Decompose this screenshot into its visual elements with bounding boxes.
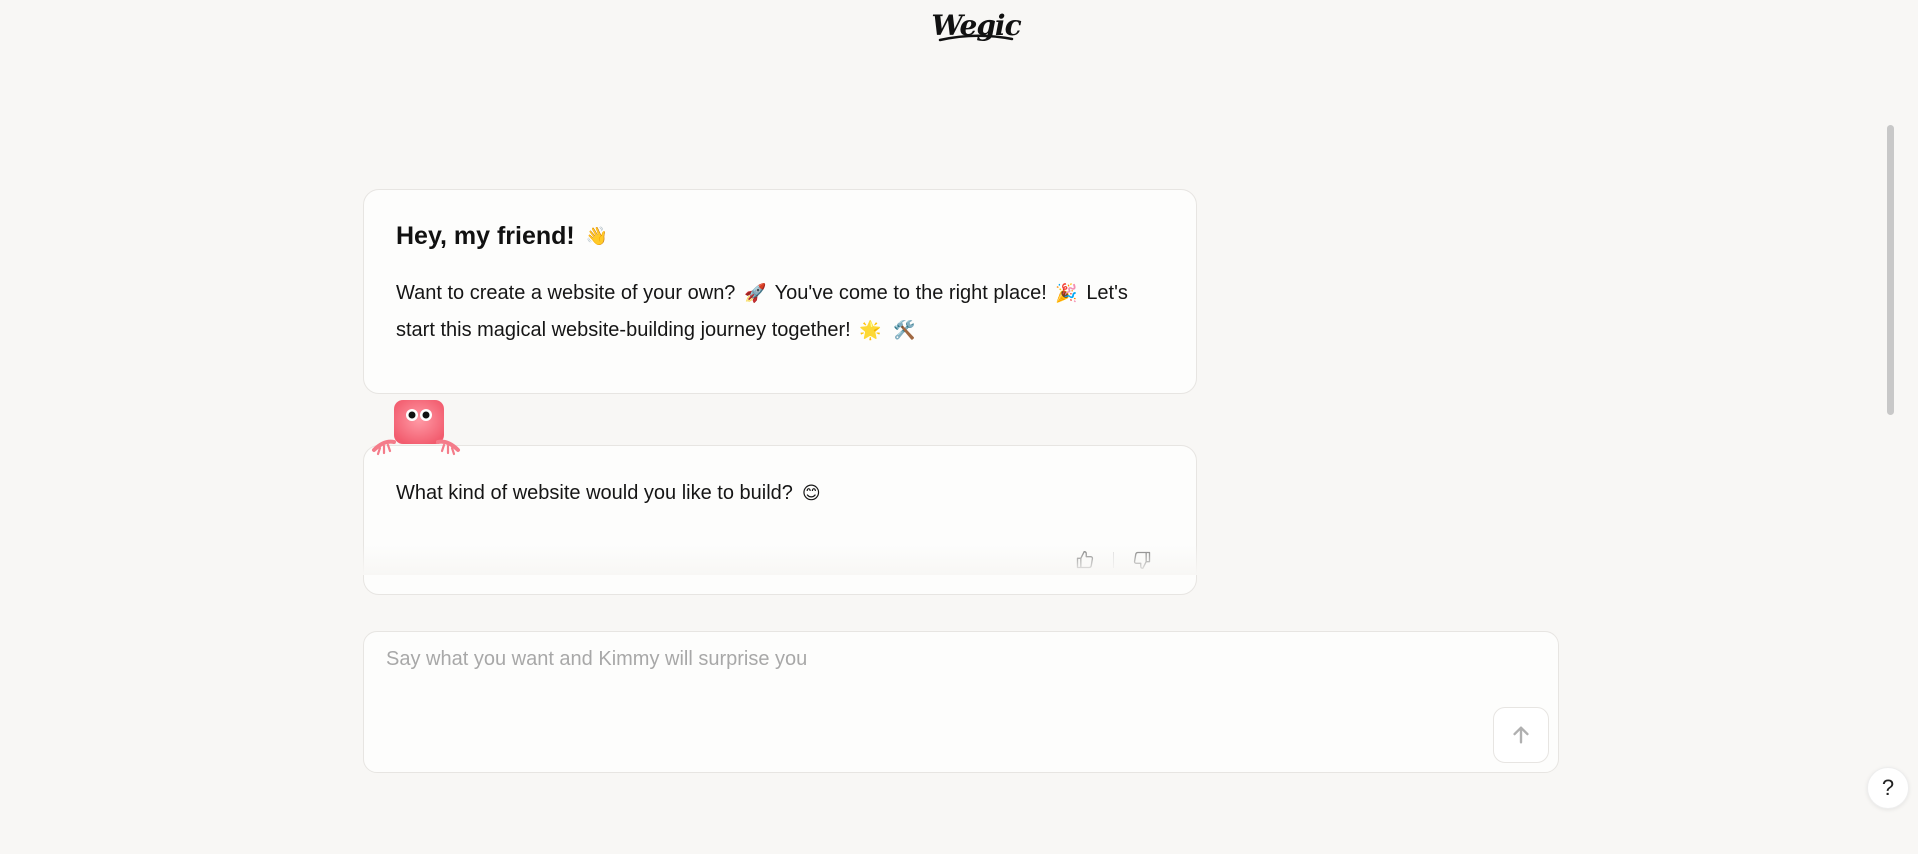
message-composer [363,631,1559,773]
scrollbar-thumb[interactable] [1887,125,1894,415]
question-text: What kind of website would you like to b… [396,482,1164,505]
message-input[interactable] [384,646,1468,730]
logo-underline-icon [938,34,1014,42]
party-icon: 🎉 [1055,283,1078,304]
tools-icon: 🛠️ [893,320,916,341]
greeting-text-2: You've come to the right place! [774,282,1047,304]
greeting-message: Hey, my friend! 👋 Want to create a websi… [363,189,1197,394]
send-button[interactable] [1493,707,1549,763]
greeting-title-text: Hey, my friend! [396,222,575,250]
smile-icon: 😊 [801,483,821,504]
greeting-title: Hey, my friend! 👋 [396,222,1164,251]
help-button[interactable]: ? [1867,767,1909,809]
greeting-text-1: Want to create a website of your own? [396,282,736,304]
arrow-up-icon [1513,726,1529,744]
wave-icon: 👋 [585,226,609,247]
question-label: What kind of website would you like to b… [396,482,793,504]
wegic-logo[interactable]: Wegic [931,8,1022,44]
kimmy-mascot-icon [372,400,460,456]
chat-page: Wegic Hey, my friend! 👋 Want to create a… [0,0,1918,854]
sparkle-icon: 🌟 [859,320,882,341]
rocket-icon: 🚀 [744,283,767,304]
greeting-body: Want to create a website of your own? 🚀 … [396,275,1164,349]
help-label: ? [1881,775,1895,800]
chat-fade-overlay [0,545,1918,575]
